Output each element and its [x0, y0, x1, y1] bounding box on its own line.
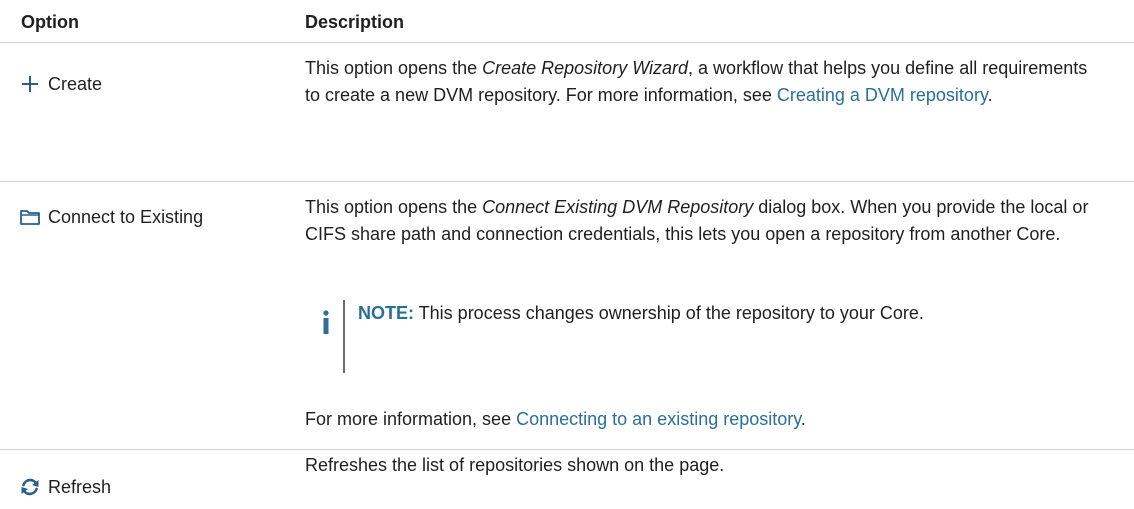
option-create[interactable]: Create	[19, 61, 102, 95]
option-create-label: Create	[48, 74, 103, 94]
option-refresh[interactable]: Refresh	[19, 464, 111, 498]
note-text: NOTE: This process changes ownership of …	[358, 300, 1078, 327]
header-description: Description	[305, 12, 405, 32]
description-connect-more-info: For more information, see Connecting to …	[305, 406, 1105, 433]
option-refresh-label: Refresh	[48, 477, 112, 497]
desc-text: For more information, see	[305, 409, 517, 429]
desc-text: This option opens the	[305, 58, 483, 78]
desc-emphasis: Create Repository Wizard	[482, 58, 689, 78]
note-divider	[343, 300, 345, 373]
table-row-create: Create This option opens the Create Repo…	[0, 43, 1134, 182]
link-connecting-existing-repository[interactable]: Connecting to an existing repository	[516, 409, 801, 429]
option-connect-existing[interactable]: Connect to Existing	[19, 194, 203, 228]
desc-text: .	[800, 409, 806, 429]
refresh-icon	[19, 476, 41, 498]
plus-icon	[19, 73, 41, 95]
description-create: This option opens the Create Repository …	[305, 55, 1105, 109]
table-row-refresh: Refresh Refreshes the list of repositori…	[0, 450, 1134, 509]
folder-icon	[19, 206, 41, 228]
desc-text: .	[987, 85, 993, 105]
description-refresh: Refreshes the list of repositories shown…	[305, 452, 1105, 479]
desc-text: This option opens the	[305, 197, 483, 217]
link-creating-dvm-repository[interactable]: Creating a DVM repository	[777, 85, 988, 105]
header-option: Option	[21, 12, 79, 32]
note-body: This process changes ownership of the re…	[414, 303, 924, 323]
desc-emphasis: Connect Existing DVM Repository	[482, 197, 754, 217]
note-label: NOTE:	[358, 303, 414, 323]
description-connect-existing: This option opens the Connect Existing D…	[305, 194, 1105, 248]
desc-text: Refreshes the list of repositories shown…	[305, 455, 725, 475]
table-header: Option Description	[0, 0, 1134, 43]
option-connect-existing-label: Connect to Existing	[48, 207, 204, 227]
info-icon	[318, 308, 334, 336]
table-row-connect-existing: Connect to Existing This option opens th…	[0, 182, 1134, 450]
